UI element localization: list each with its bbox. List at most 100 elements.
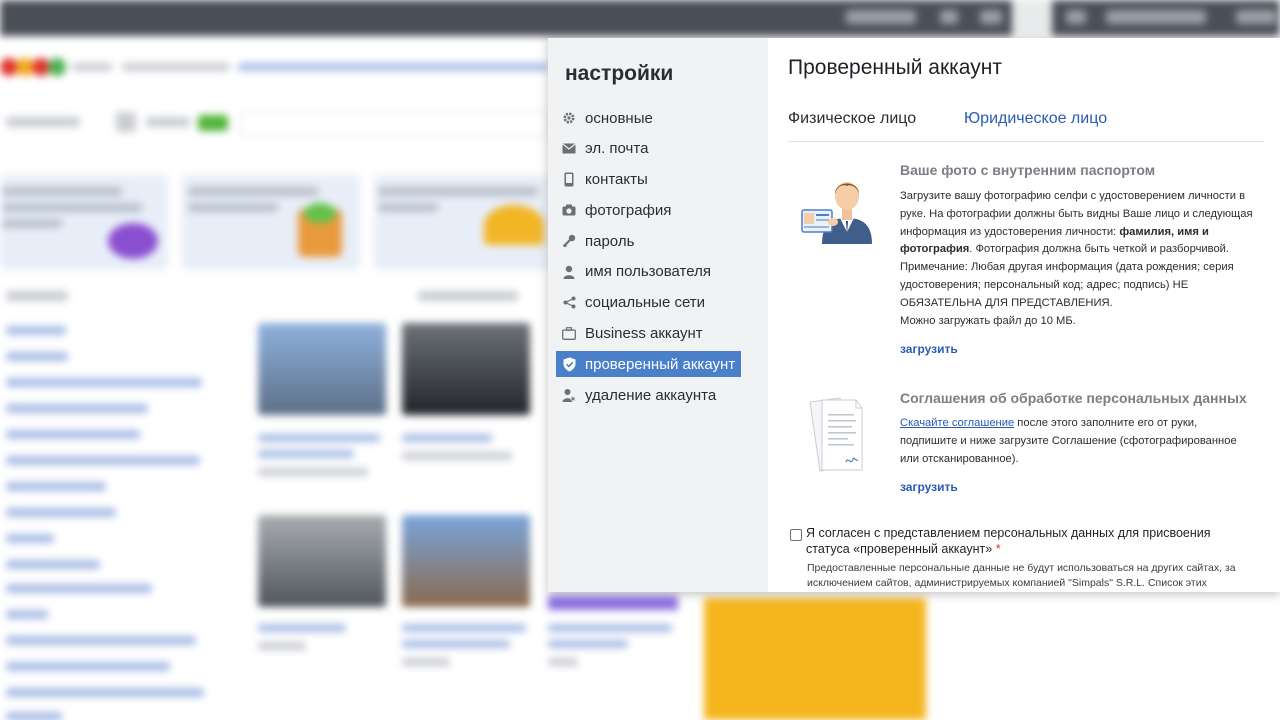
- user-icon: [562, 265, 576, 279]
- sidebar-title: настройки: [565, 62, 674, 85]
- bg-listing-caption: [402, 434, 492, 442]
- passport-text-part: . Фотография должна быть четкой и разбор…: [969, 243, 1230, 256]
- sidebar-item-label: имя пользователя: [585, 263, 711, 281]
- consent-label-text: Я согласен с представлением персональных…: [806, 526, 1211, 556]
- bg-categories-btn: [6, 117, 80, 127]
- tab-individual[interactable]: Физическое лицо: [788, 110, 916, 128]
- shield-check-icon: [562, 357, 576, 372]
- phone-icon: [562, 172, 576, 187]
- bg-category-link: [6, 584, 152, 593]
- bg-listing-photo: [258, 323, 386, 415]
- topbar-item: [940, 10, 958, 24]
- bg-search-box: [240, 110, 548, 138]
- consent-checkbox[interactable]: [790, 529, 802, 541]
- bg-listing-caption: [402, 624, 526, 632]
- bg-listing-price: [402, 658, 450, 666]
- settings-modal: настройки основные эл. почта контакты фо…: [548, 38, 1280, 592]
- bg-category-link: [6, 456, 200, 465]
- passport-section-title: Ваше фото с внутренним паспортом: [900, 162, 1156, 178]
- topbar-item: [1066, 10, 1086, 24]
- sidebar-item-username[interactable]: имя пользователя: [556, 259, 741, 285]
- bg-category-link: [6, 404, 148, 413]
- bg-listing-caption: [548, 624, 672, 632]
- bg-search-label: [146, 117, 190, 127]
- bg-listing-photo: [258, 515, 386, 607]
- bg-category-link: [6, 326, 66, 335]
- bg-header-link: [238, 63, 548, 71]
- sidebar-item-photo[interactable]: фотография: [556, 197, 741, 223]
- sidebar-item-business[interactable]: Business аккаунт: [556, 321, 741, 347]
- passport-section-text: Загрузите вашу фотографию селфи с удосто…: [900, 188, 1262, 330]
- bg-banner: [182, 175, 360, 270]
- sidebar-item-general[interactable]: основные: [556, 105, 741, 131]
- bg-category-link: [6, 636, 196, 645]
- account-type-tabs: Физическое лицо Юридическое лицо: [788, 110, 1268, 140]
- consent-label: Я согласен с представлением персональных…: [806, 526, 1256, 557]
- download-agreement-link[interactable]: Скачайте соглашение: [900, 417, 1014, 429]
- sidebar-item-contacts[interactable]: контакты: [556, 167, 741, 193]
- bg-category-link: [6, 430, 140, 439]
- sidebar-item-password[interactable]: пароль: [556, 228, 741, 254]
- share-icon: [562, 296, 576, 310]
- bg-search-icon: [116, 112, 136, 132]
- bg-listing-caption: [258, 624, 346, 632]
- sidebar-item-label: социальные сети: [585, 294, 706, 312]
- bg-listing-photo: [402, 323, 530, 415]
- sidebar-item-label: Business аккаунт: [585, 325, 703, 343]
- sidebar-item-email[interactable]: эл. почта: [556, 136, 741, 162]
- topbar-item: [1236, 10, 1276, 24]
- sidebar-item-label: удаление аккаунта: [585, 386, 717, 404]
- briefcase-icon: [562, 327, 576, 341]
- tabs-divider: [788, 141, 1264, 142]
- topbar-item: [980, 10, 1002, 24]
- user-remove-icon: [562, 388, 576, 403]
- bg-header-text: [72, 63, 112, 71]
- topbar-active-item: [1012, 0, 1052, 36]
- bg-listing-photo: [402, 515, 530, 607]
- bg-category-link: [6, 482, 106, 491]
- bg-category-link: [6, 560, 100, 569]
- camera-icon: [562, 203, 576, 217]
- topbar-item: [1106, 10, 1206, 24]
- envelope-icon: [562, 142, 576, 156]
- tab-legal-entity[interactable]: Юридическое лицо: [964, 110, 1107, 128]
- logo-dot: [48, 58, 66, 76]
- bg-category-link: [6, 688, 204, 697]
- bg-listing-price: [548, 658, 578, 666]
- sidebar-item-social[interactable]: социальные сети: [556, 290, 741, 316]
- agreement-section-text: Скачайте соглашение после этого заполнит…: [900, 415, 1255, 468]
- bg-category-link: [6, 610, 48, 619]
- bg-promo-bar: [548, 596, 678, 610]
- bg-listing-price: [258, 468, 368, 476]
- bg-listing-caption: [548, 640, 628, 648]
- bg-yellow-ad: [704, 598, 926, 720]
- bg-banner: [0, 175, 168, 270]
- bg-header-text: [122, 63, 230, 71]
- bg-category-link: [6, 662, 170, 671]
- gear-icon: [562, 111, 576, 125]
- sidebar-item-label: фотография: [585, 201, 672, 219]
- sidebar-item-label: эл. почта: [585, 140, 649, 158]
- key-icon: [562, 234, 576, 248]
- bg-category-link: [6, 378, 202, 387]
- bg-banner: [374, 175, 548, 270]
- settings-content: Проверенный аккаунт Физическое лицо Юрид…: [788, 38, 1280, 592]
- bg-green-pill: [198, 115, 228, 131]
- passport-file-limit: Можно загружать файл до 10 МБ.: [900, 314, 1076, 327]
- passport-illustration: [800, 174, 880, 244]
- passport-upload-link[interactable]: загрузить: [900, 342, 958, 356]
- page-title: Проверенный аккаунт: [788, 56, 1002, 79]
- sidebar-menu: основные эл. почта контакты фотография п…: [556, 105, 741, 413]
- passport-note: Примечание: Любая другая информация (дат…: [900, 261, 1234, 309]
- sidebar-item-delete[interactable]: удаление аккаунта: [556, 382, 741, 408]
- bg-section-heading: [418, 291, 518, 301]
- document-illustration: [806, 396, 878, 474]
- bg-category-link: [6, 712, 62, 720]
- sidebar-item-label: основные: [585, 109, 653, 127]
- bg-category-link: [6, 534, 54, 543]
- bg-listing-price: [402, 452, 512, 460]
- top-bar: [0, 0, 1280, 36]
- sidebar-item-verified[interactable]: проверенный аккаунт: [556, 351, 741, 378]
- topbar-item: [846, 10, 916, 24]
- agreement-upload-link[interactable]: загрузить: [900, 480, 958, 494]
